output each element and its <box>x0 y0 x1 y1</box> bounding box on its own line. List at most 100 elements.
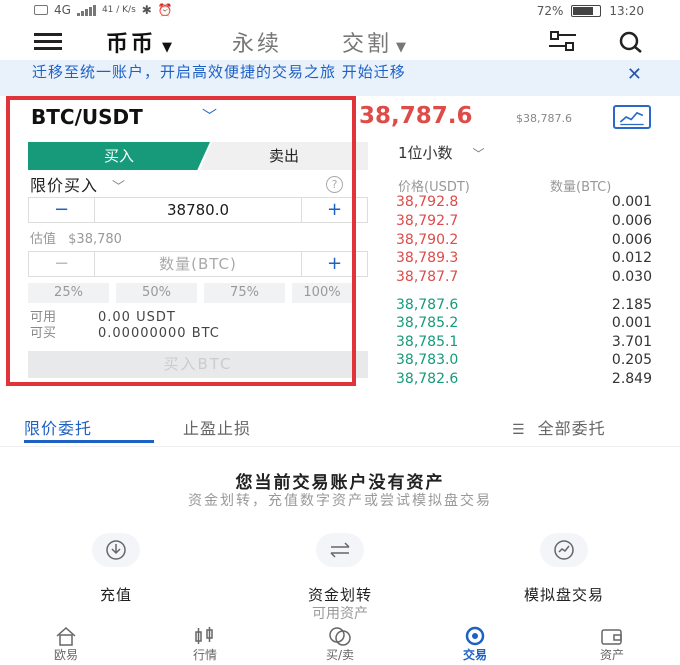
trade-settings-icon[interactable] <box>548 30 578 52</box>
percent-75-button[interactable]: 75% <box>204 283 285 303</box>
ask-price: 38,792.8 <box>396 194 459 210</box>
bid-qty: 0.205 <box>611 352 652 368</box>
ask-qty: 0.006 <box>611 213 652 229</box>
bid-row[interactable]: 38,783.0 0.205 <box>396 352 652 370</box>
percent-100-button[interactable]: 100% <box>292 283 352 303</box>
bid-row[interactable]: 38,785.2 0.001 <box>396 315 652 333</box>
order-type-selector[interactable]: 限价买入 ﹀ <box>30 172 126 196</box>
tab-spot-label: 币币 <box>106 32 157 57</box>
ask-price: 38,790.2 <box>396 232 459 248</box>
available-value: 0.00 USDT <box>98 310 176 325</box>
ask-row[interactable]: 38,789.3 0.012 <box>396 250 652 268</box>
bluetooth-icon: ✱ <box>141 3 152 17</box>
top-nav: 币币 ▼ 永续 交割 ▼ <box>0 24 680 60</box>
chart-icon[interactable] <box>613 105 651 129</box>
migration-banner[interactable]: 迁移至统一账户，开启高效便捷的交易之旅 开始迁移 ✕ <box>0 60 680 96</box>
transfer-button[interactable]: 资金划转 <box>270 533 410 605</box>
nav-home[interactable]: 欧易 <box>26 626 106 663</box>
estimate-label: 估值 <box>30 232 57 247</box>
menu-icon[interactable] <box>34 33 62 51</box>
chevron-down-icon: ▼ <box>162 40 176 55</box>
percent-50-button[interactable]: 50% <box>116 283 197 303</box>
ask-row[interactable]: 38,790.2 0.006 <box>396 232 652 250</box>
available-label: 可用 <box>30 310 57 325</box>
balance-values: 0.00 USDT 0.00000000 BTC <box>98 310 220 342</box>
tab-futures[interactable]: 交割 ▼ <box>342 26 409 58</box>
percent-25-button[interactable]: 25% <box>28 283 109 303</box>
chevron-down-icon: ﹀ <box>112 180 127 195</box>
ask-price: 38,789.3 <box>396 250 459 266</box>
pair-selector[interactable]: BTC/USDT <box>31 105 143 129</box>
bid-row[interactable]: 38,782.6 2.849 <box>396 371 652 389</box>
nav-home-label: 欧易 <box>53 648 78 662</box>
order-type-label: 限价买入 <box>30 176 99 195</box>
all-orders-label: 全部委托 <box>537 419 606 438</box>
amount-decrease-button[interactable]: − <box>29 252 95 276</box>
sell-tab[interactable]: 卖出 <box>200 142 368 170</box>
tab-tp-sl[interactable]: 止盈止损 <box>183 415 251 439</box>
nav-buy-sell-label: 买/卖 <box>325 648 355 662</box>
buy-btc-button[interactable]: 买入BTC <box>28 351 368 378</box>
precision-selector[interactable]: 1位小数 ﹀ <box>398 142 485 163</box>
orderbook-qty-header: 数量(BTC) <box>550 180 612 195</box>
tab-futures-label: 交割 <box>342 32 393 57</box>
wallet-icon <box>572 626 652 646</box>
demo-trading-button[interactable]: 模拟盘交易 <box>494 533 634 605</box>
percent-selector: 25% 50% 75% 100% <box>28 283 378 303</box>
tab-perpetual-label: 永续 <box>232 32 283 57</box>
bid-row[interactable]: 38,787.6 2.185 <box>396 297 652 315</box>
amount-stepper: − 数量(BTC) + <box>28 251 368 277</box>
trade-icon <box>435 626 515 646</box>
network-speed: 41 / K/s <box>101 5 136 15</box>
balance-labels: 可用 可买 <box>30 310 56 342</box>
ask-price: 38,792.7 <box>396 213 459 229</box>
ask-price: 38,787.7 <box>396 269 459 285</box>
precision-label: 1位小数 <box>398 144 453 162</box>
price-decrease-button[interactable]: − <box>29 198 95 222</box>
bid-price: 38,783.0 <box>396 352 459 368</box>
all-orders-button[interactable]: ☰ 全部委托 <box>512 415 606 439</box>
coins-icon <box>300 626 380 646</box>
bid-price: 38,787.6 <box>396 297 459 313</box>
amount-increase-button[interactable]: + <box>301 252 367 276</box>
amount-input[interactable]: 数量(BTC) <box>95 252 301 276</box>
battery-icon <box>571 5 602 17</box>
deposit-button[interactable]: 充值 <box>46 533 186 605</box>
close-icon[interactable]: ✕ <box>627 64 642 85</box>
transfer-icon <box>316 533 364 567</box>
order-form: BTC/USDT ﹀ 买入 卖出 限价买入 ﹀ ? − 38780.0 + 估值 … <box>28 100 368 390</box>
list-icon: ☰ <box>512 422 526 438</box>
help-icon[interactable]: ? <box>326 176 343 193</box>
ask-row[interactable]: 38,792.7 0.006 <box>396 213 652 231</box>
bid-qty: 3.701 <box>611 334 652 350</box>
price-increase-button[interactable]: + <box>301 198 367 222</box>
demo-trading-label: 模拟盘交易 <box>523 586 604 604</box>
alarm-icon: ⏰ <box>157 3 173 17</box>
nav-trade-label: 交易 <box>462 648 487 662</box>
price-stepper: − 38780.0 + <box>28 197 368 223</box>
buy-tab[interactable]: 买入 <box>28 142 210 170</box>
nav-assets[interactable]: 资产 <box>572 626 652 663</box>
ask-row[interactable]: 38,787.7 0.030 <box>396 269 652 287</box>
banner-text[interactable]: 迁移至统一账户，开启高效便捷的交易之旅 开始迁移 <box>32 65 572 80</box>
ask-row[interactable]: 38,792.8 0.001 <box>396 194 652 212</box>
bid-qty: 0.001 <box>611 315 652 331</box>
nav-trade[interactable]: 交易 <box>435 626 515 663</box>
tab-perpetual[interactable]: 永续 <box>232 26 282 58</box>
nav-markets[interactable]: 行情 <box>165 626 245 663</box>
price-input[interactable]: 38780.0 <box>95 198 301 222</box>
chevron-down-icon[interactable]: ﹀ <box>202 105 217 126</box>
home-icon <box>26 626 106 646</box>
bid-row[interactable]: 38,785.1 3.701 <box>396 334 652 352</box>
tab-limit-orders[interactable]: 限价委托 <box>24 415 92 439</box>
tab-spot[interactable]: 币币 ▼ <box>106 26 175 58</box>
empty-state-subtitle: 资金划转，充值数字资产或尝试模拟盘交易 <box>188 493 492 509</box>
search-icon[interactable] <box>616 30 648 54</box>
notification-icon <box>34 5 48 15</box>
ask-qty: 0.001 <box>611 194 652 210</box>
nav-buy-sell[interactable]: 买/卖 <box>300 626 380 663</box>
buyable-label: 可买 <box>30 326 57 341</box>
bid-price: 38,785.1 <box>396 334 459 350</box>
last-price-usd: $38,787.6 <box>516 112 572 125</box>
bid-price: 38,782.6 <box>396 371 459 387</box>
